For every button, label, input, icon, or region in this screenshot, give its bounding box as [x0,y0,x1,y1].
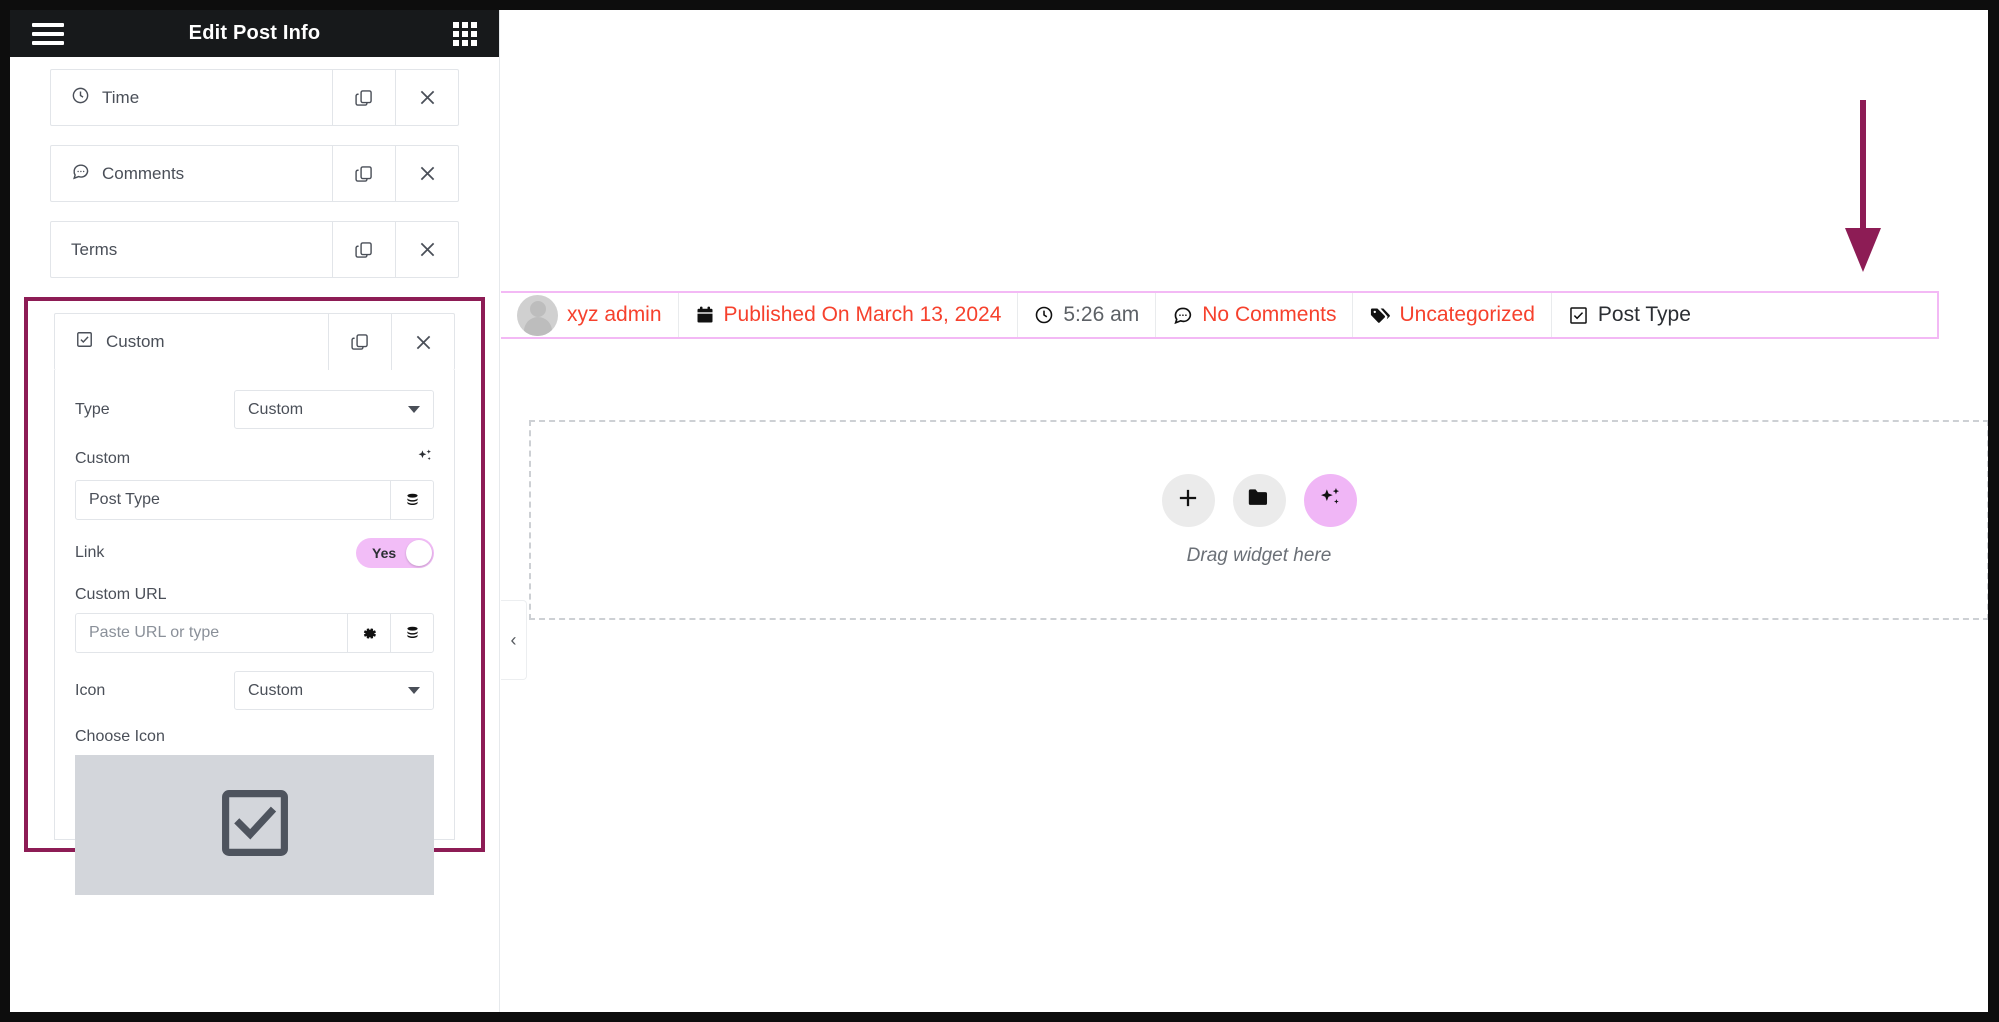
post-info-author-label: xyz admin [567,303,662,326]
panel-collapse-handle[interactable]: ‹ [501,600,527,680]
repeater-item-title[interactable]: Terms [51,222,332,277]
type-select[interactable]: Custom [234,390,434,429]
repeater-item-time[interactable]: Time [50,69,459,126]
post-info-widget[interactable]: xyz admin Published On March 13, 2024 5:… [501,291,1939,339]
field-icon: Icon Custom [75,671,434,710]
avatar-icon [517,294,558,336]
icon-select-value: Custom [248,681,304,699]
field-custom-header: Custom [75,447,434,471]
field-custom-url-header: Custom URL [75,586,434,604]
chevron-down-icon [408,406,420,413]
calendar-icon [695,305,715,325]
repeater-item-terms[interactable]: Terms [50,221,459,278]
repeater-item-label: Time [102,87,140,107]
post-info-time[interactable]: 5:26 am [1018,293,1157,337]
repeater-item-title[interactable]: Comments [51,146,332,201]
checkbox-checked-icon [1568,305,1589,326]
remove-item-button[interactable] [391,314,454,370]
repeater-item-custom[interactable]: Custom [54,313,455,370]
custom-item-settings: Type Custom Custom Post Type Link Yes Cu… [54,370,455,895]
comment-icon [1172,305,1193,326]
checkbox-checked-icon [214,782,296,869]
add-element-button[interactable] [1161,473,1215,527]
repeater-item-label: Terms [71,239,118,259]
field-type: Type Custom [75,390,434,429]
post-info-author[interactable]: xyz admin [501,293,679,337]
repeater-item-label: Custom [106,332,165,351]
checkbox-checked-icon [75,330,94,354]
plus-icon [1175,485,1201,516]
field-link: Link Yes [75,538,434,568]
field-link-label: Link [75,544,105,561]
down-arrow-annotation [1845,100,1881,272]
field-icon-label: Icon [75,681,106,699]
editor-panel: Edit Post Info Time Comments Terms Custo… [10,10,500,1012]
post-info-comments[interactable]: No Comments [1156,293,1354,337]
sparkle-ai-icon[interactable] [415,447,434,471]
clock-icon [1034,305,1054,325]
post-info-terms-label: Uncategorized [1399,303,1535,326]
comment-icon [71,162,90,186]
repeater-item-label: Comments [102,163,185,183]
clock-icon [71,86,90,110]
custom-url-input-group[interactable] [75,613,434,653]
field-choose-icon-header: Choose Icon [75,728,434,746]
panel-title: Edit Post Info [188,22,321,44]
folder-icon [1246,485,1272,516]
post-info-time-label: 5:26 am [1063,303,1140,326]
gear-icon[interactable] [347,614,390,652]
duplicate-item-button[interactable] [332,222,395,277]
hamburger-menu-icon[interactable] [32,22,64,45]
post-info-date[interactable]: Published On March 13, 2024 [679,293,1019,337]
remove-item-button[interactable] [395,222,458,277]
post-info-comments-label: No Comments [1202,303,1337,326]
sparkle-ai-icon [1317,485,1343,516]
open-template-button[interactable] [1232,473,1286,527]
dropzone-buttons [1161,473,1357,527]
field-choose-icon-label: Choose Icon [75,728,165,745]
duplicate-item-button[interactable] [332,70,395,125]
duplicate-item-button[interactable] [328,314,391,370]
field-type-label: Type [75,400,110,418]
apps-grid-icon[interactable] [453,21,477,46]
toggle-knob [406,540,432,566]
repeater-item-comments[interactable]: Comments [50,145,459,202]
field-custom-url-label: Custom URL [75,586,167,603]
remove-item-button[interactable] [395,146,458,201]
remove-item-button[interactable] [395,70,458,125]
ai-generate-button[interactable] [1303,473,1357,527]
choose-icon-preview[interactable] [75,755,434,895]
link-toggle[interactable]: Yes [356,538,434,568]
repeater-item-title[interactable]: Custom [55,314,328,370]
repeater-item-title[interactable]: Time [51,70,332,125]
custom-item-highlight-box: Custom Type Custom Custom Post Type Link… [24,297,485,895]
custom-url-input[interactable] [76,614,347,652]
widget-dropzone[interactable]: Drag widget here [529,420,1988,620]
post-info-custom-label: Post Type [1597,303,1691,326]
custom-field-input-group[interactable] [75,480,434,520]
app-window: Edit Post Info Time Comments Terms Custo… [0,0,1999,1022]
post-info-terms[interactable]: Uncategorized [1353,293,1552,337]
icon-select[interactable]: Custom [234,671,434,710]
chevron-left-icon: ‹ [510,629,517,650]
tag-icon [1369,305,1391,326]
duplicate-item-button[interactable] [332,146,395,201]
database-stack-icon[interactable] [390,481,433,519]
panel-header: Edit Post Info [10,10,499,57]
canvas-preview: ‹ xyz admin Published On March 13, 2024 … [501,10,1988,1012]
dropzone-label: Drag widget here [1186,544,1332,566]
link-toggle-value: Yes [372,545,397,561]
custom-field-input[interactable] [76,481,390,519]
database-stack-icon[interactable] [390,614,433,652]
field-custom-label: Custom [75,450,131,467]
post-info-custom-post-type[interactable]: Post Type [1552,293,1707,337]
post-info-date-label: Published On March 13, 2024 [723,303,1002,326]
type-select-value: Custom [248,400,304,418]
chevron-down-icon [408,687,420,694]
panel-body[interactable]: Time Comments Terms Custom Type Custom C… [10,57,499,1012]
